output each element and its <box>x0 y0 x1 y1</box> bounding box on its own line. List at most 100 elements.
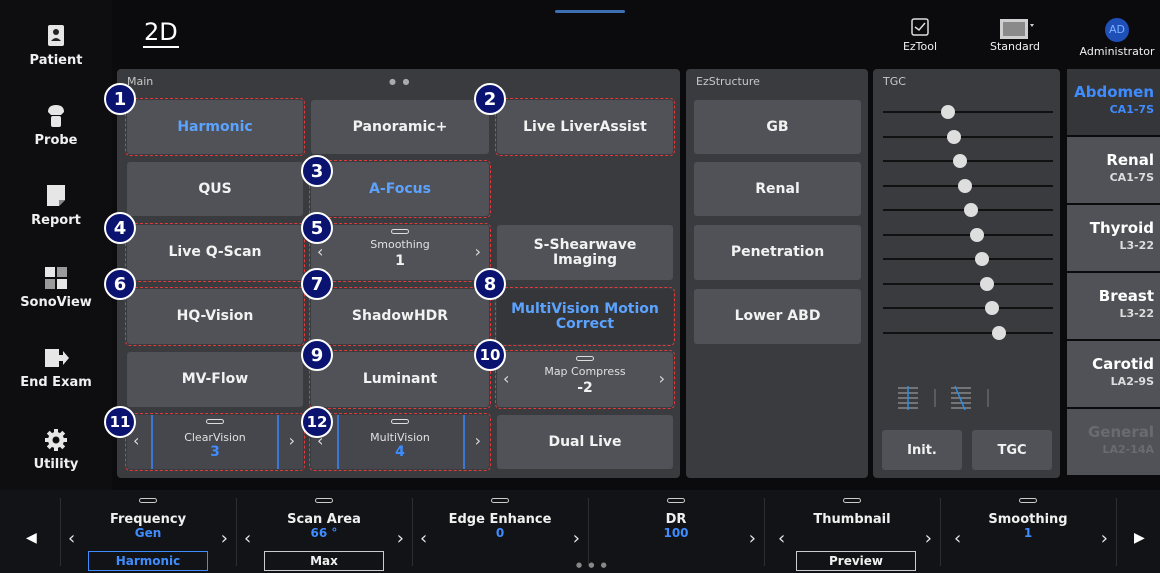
scan-area-control[interactable]: Scan Area 66 ° ‹ › Max <box>236 490 412 573</box>
preset-renal[interactable]: Renal CA1-7S <box>1067 137 1160 203</box>
sidebar-item-probe[interactable]: Probe <box>0 104 112 148</box>
clearvision-stepper[interactable]: ‹ ClearVision 3 › <box>125 413 305 471</box>
live-liverassist-button[interactable]: Live LiverAssist <box>495 98 675 156</box>
tgc-slider-knob[interactable] <box>947 129 962 144</box>
control-indicator <box>139 498 157 503</box>
chevron-right-icon[interactable]: › <box>397 528 404 549</box>
live-q-scan-button[interactable]: Live Q-Scan <box>125 223 305 282</box>
frequency-control[interactable]: Frequency Gen ‹ › Harmonic <box>60 490 236 573</box>
tgc-slider-track[interactable] <box>883 331 1053 334</box>
tgc-button[interactable]: TGC <box>972 430 1052 470</box>
tgc-curve-icons[interactable] <box>893 385 1013 411</box>
ezstructure-renal-button[interactable]: Renal <box>694 162 861 216</box>
tgc-slider-knob[interactable] <box>979 276 994 291</box>
tgc-slider-knob[interactable] <box>969 227 984 242</box>
dual-live-button[interactable]: Dual Live <box>497 415 673 469</box>
tgc-slider-knob[interactable] <box>984 301 999 315</box>
ezstructure-penetration-button[interactable]: Penetration <box>694 225 861 280</box>
standard-layout-button[interactable]: Standard <box>980 18 1050 53</box>
a-focus-button[interactable]: A-Focus <box>309 160 491 218</box>
harmonic-subbutton[interactable]: Harmonic <box>88 551 208 571</box>
hq-vision-button[interactable]: HQ-Vision <box>125 287 305 346</box>
sidebar-item-sonoview[interactable]: SonoView <box>0 266 112 310</box>
harmonic-button[interactable]: Harmonic <box>125 98 305 156</box>
stepper-label: MultiVision <box>370 431 430 444</box>
multivision-stepper[interactable]: ‹ MultiVision 4 › <box>309 413 491 471</box>
tgc-slider-knob[interactable] <box>957 178 972 193</box>
shadowhdr-button[interactable]: ShadowHDR <box>309 287 491 346</box>
ezstructure-lower-abd-button[interactable]: Lower ABD <box>694 289 861 344</box>
stepper-label: Smoothing <box>370 237 430 251</box>
max-subbutton[interactable]: Max <box>264 551 384 571</box>
left-sidebar: Patient Probe Report SonoView End Exam U… <box>0 0 112 490</box>
luminant-button[interactable]: Luminant <box>309 350 491 409</box>
tgc-slider-track[interactable] <box>883 160 1053 162</box>
panoramic-button[interactable]: Panoramic+ <box>311 100 489 154</box>
tgc-slider-knob[interactable] <box>952 154 967 168</box>
chevron-right-icon[interactable]: › <box>749 528 756 549</box>
dr-control[interactable]: DR 100 › <box>588 490 764 573</box>
decrement-arrow-icon[interactable]: ‹ <box>503 370 509 386</box>
user-menu[interactable]: AD Administrator <box>1076 18 1158 58</box>
increment-arrow-icon[interactable]: › <box>289 433 295 449</box>
preset-thyroid[interactable]: Thyroid L3-22 <box>1067 205 1160 271</box>
chevron-right-icon[interactable]: › <box>925 528 932 549</box>
edge-enhance-control[interactable]: Edge Enhance 0 ‹ › <box>412 490 588 573</box>
chevron-right-icon[interactable]: › <box>573 528 580 549</box>
chevron-right-icon[interactable]: › <box>1101 528 1108 549</box>
thumbnail-control[interactable]: Thumbnail ‹ › Preview <box>764 490 940 573</box>
mv-flow-button[interactable]: MV-Flow <box>127 352 303 407</box>
stepper-value: -2 <box>577 379 593 396</box>
callout-badge-3: 3 <box>301 155 333 187</box>
increment-arrow-icon[interactable]: › <box>659 370 665 386</box>
bottom-next-page-icon[interactable]: ▶ <box>1134 530 1145 546</box>
qus-button[interactable]: QUS <box>127 162 303 216</box>
stepper-value: 3 <box>210 444 220 460</box>
tgc-slider-knob[interactable] <box>964 203 979 217</box>
callout-badge-9: 9 <box>301 339 333 371</box>
decrement-arrow-icon[interactable]: ‹ <box>317 243 323 259</box>
tgc-slider-track[interactable] <box>883 111 1053 113</box>
chevron-left-icon[interactable]: ‹ <box>68 528 75 549</box>
chevron-left-icon[interactable]: ‹ <box>420 528 427 549</box>
tgc-slider-track[interactable] <box>883 135 1053 138</box>
decrement-arrow-icon[interactable]: ‹ <box>133 433 139 449</box>
chevron-right-icon[interactable]: › <box>221 528 228 549</box>
control-indicator <box>491 498 509 503</box>
sidebar-item-patient[interactable]: Patient <box>0 24 112 68</box>
smoothing-stepper[interactable]: ‹ Smoothing 1 › <box>309 223 491 282</box>
increment-arrow-icon[interactable]: › <box>475 433 481 449</box>
preset-abdomen[interactable]: Abdomen CA1-7S <box>1067 69 1160 135</box>
callout-badge-6: 6 <box>104 268 136 300</box>
tgc-slider-knob[interactable] <box>940 105 955 119</box>
sidebar-item-report[interactable]: Report <box>0 184 112 228</box>
callout-badge-8: 8 <box>474 268 506 300</box>
top-pull-handle[interactable] <box>555 10 625 13</box>
tgc-slider-track[interactable] <box>883 233 1053 236</box>
multivision-motion-correct-button[interactable]: MultiVision Motion Correct <box>495 287 675 346</box>
tgc-slider-track[interactable] <box>883 258 1053 260</box>
preset-carotid[interactable]: Carotid LA2-9S <box>1067 341 1160 407</box>
map-compress-stepper[interactable]: ‹ Map Compress -2 › <box>495 350 675 409</box>
control-indicator <box>667 498 685 503</box>
preview-subbutton[interactable]: Preview <box>796 551 916 571</box>
ezstructure-gb-button[interactable]: GB <box>694 100 861 154</box>
s-shearwave-button[interactable]: S-Shearwave Imaging <box>497 225 673 280</box>
sidebar-item-label: Utility <box>33 457 79 472</box>
eztool-button[interactable]: EzTool <box>898 18 942 53</box>
bottom-prev-page-icon[interactable]: ◀ <box>26 530 37 546</box>
tgc-init-button[interactable]: Init. <box>882 430 962 470</box>
tgc-slider-track[interactable] <box>883 307 1053 309</box>
bottom-smoothing-control[interactable]: Smoothing 1 ‹ › <box>940 490 1116 573</box>
sidebar-item-utility[interactable]: Utility <box>0 428 112 472</box>
increment-arrow-icon[interactable]: › <box>475 243 481 259</box>
tgc-slider-knob[interactable] <box>991 325 1006 340</box>
preset-breast[interactable]: Breast L3-22 <box>1067 273 1160 339</box>
sidebar-item-end-exam[interactable]: End Exam <box>0 346 112 390</box>
tgc-slider-knob[interactable] <box>974 252 989 266</box>
chevron-left-icon[interactable]: ‹ <box>954 528 961 549</box>
chevron-left-icon[interactable]: ‹ <box>244 528 251 549</box>
tgc-slider-track[interactable] <box>883 282 1053 285</box>
chevron-left-icon[interactable]: ‹ <box>778 528 785 549</box>
mode-title[interactable]: 2D <box>143 18 179 48</box>
